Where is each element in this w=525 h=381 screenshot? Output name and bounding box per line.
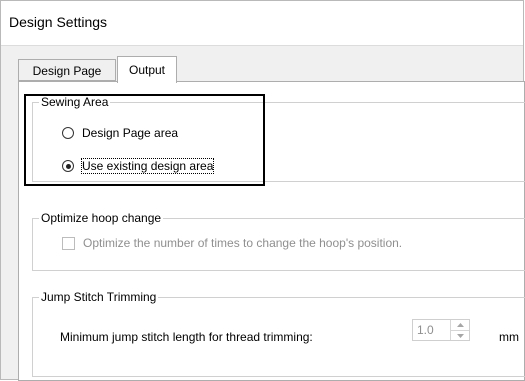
radio-use-existing-design-area-label: Use existing design area bbox=[80, 158, 215, 174]
jump-stitch-unit: mm bbox=[499, 330, 519, 344]
spin-down-icon[interactable] bbox=[451, 330, 469, 340]
optimize-hoop-group: Optimize hoop change Optimize the number… bbox=[32, 211, 525, 271]
spin-up-icon[interactable] bbox=[451, 320, 469, 330]
radio-button-icon[interactable] bbox=[62, 127, 74, 139]
window-title: Design Settings bbox=[9, 14, 108, 30]
checkbox-icon[interactable] bbox=[62, 236, 75, 250]
optimize-hoop-checkbox-label: Optimize the number of times to change t… bbox=[83, 236, 403, 250]
radio-design-page-area[interactable]: Design Page area bbox=[62, 126, 178, 140]
jump-stitch-legend: Jump Stitch Trimming bbox=[39, 290, 159, 304]
radio-design-page-area-label: Design Page area bbox=[82, 126, 179, 140]
design-settings-dialog: Design Settings Design Page Output Sewin… bbox=[0, 0, 525, 381]
radio-use-existing-design-area[interactable]: Use existing design area bbox=[62, 158, 215, 174]
optimize-hoop-checkbox[interactable]: Optimize the number of times to change t… bbox=[62, 236, 402, 250]
jump-length-value[interactable]: 1.0 bbox=[417, 323, 434, 337]
radio-button-checked-icon[interactable] bbox=[62, 160, 74, 172]
jump-length-spinner[interactable]: 1.0 bbox=[412, 319, 470, 341]
spin-buttons bbox=[450, 320, 469, 340]
optimize-hoop-legend: Optimize hoop change bbox=[39, 211, 164, 225]
sewing-area-group: Sewing Area Design Page area Use existin… bbox=[32, 95, 525, 182]
jump-stitch-label: Minimum jump stitch length for thread tr… bbox=[60, 330, 313, 344]
tab-output[interactable]: Output bbox=[117, 56, 177, 83]
title-bar: Design Settings bbox=[1, 1, 523, 46]
tab-design-page[interactable]: Design Page bbox=[18, 59, 116, 81]
sewing-area-legend: Sewing Area bbox=[39, 95, 111, 109]
